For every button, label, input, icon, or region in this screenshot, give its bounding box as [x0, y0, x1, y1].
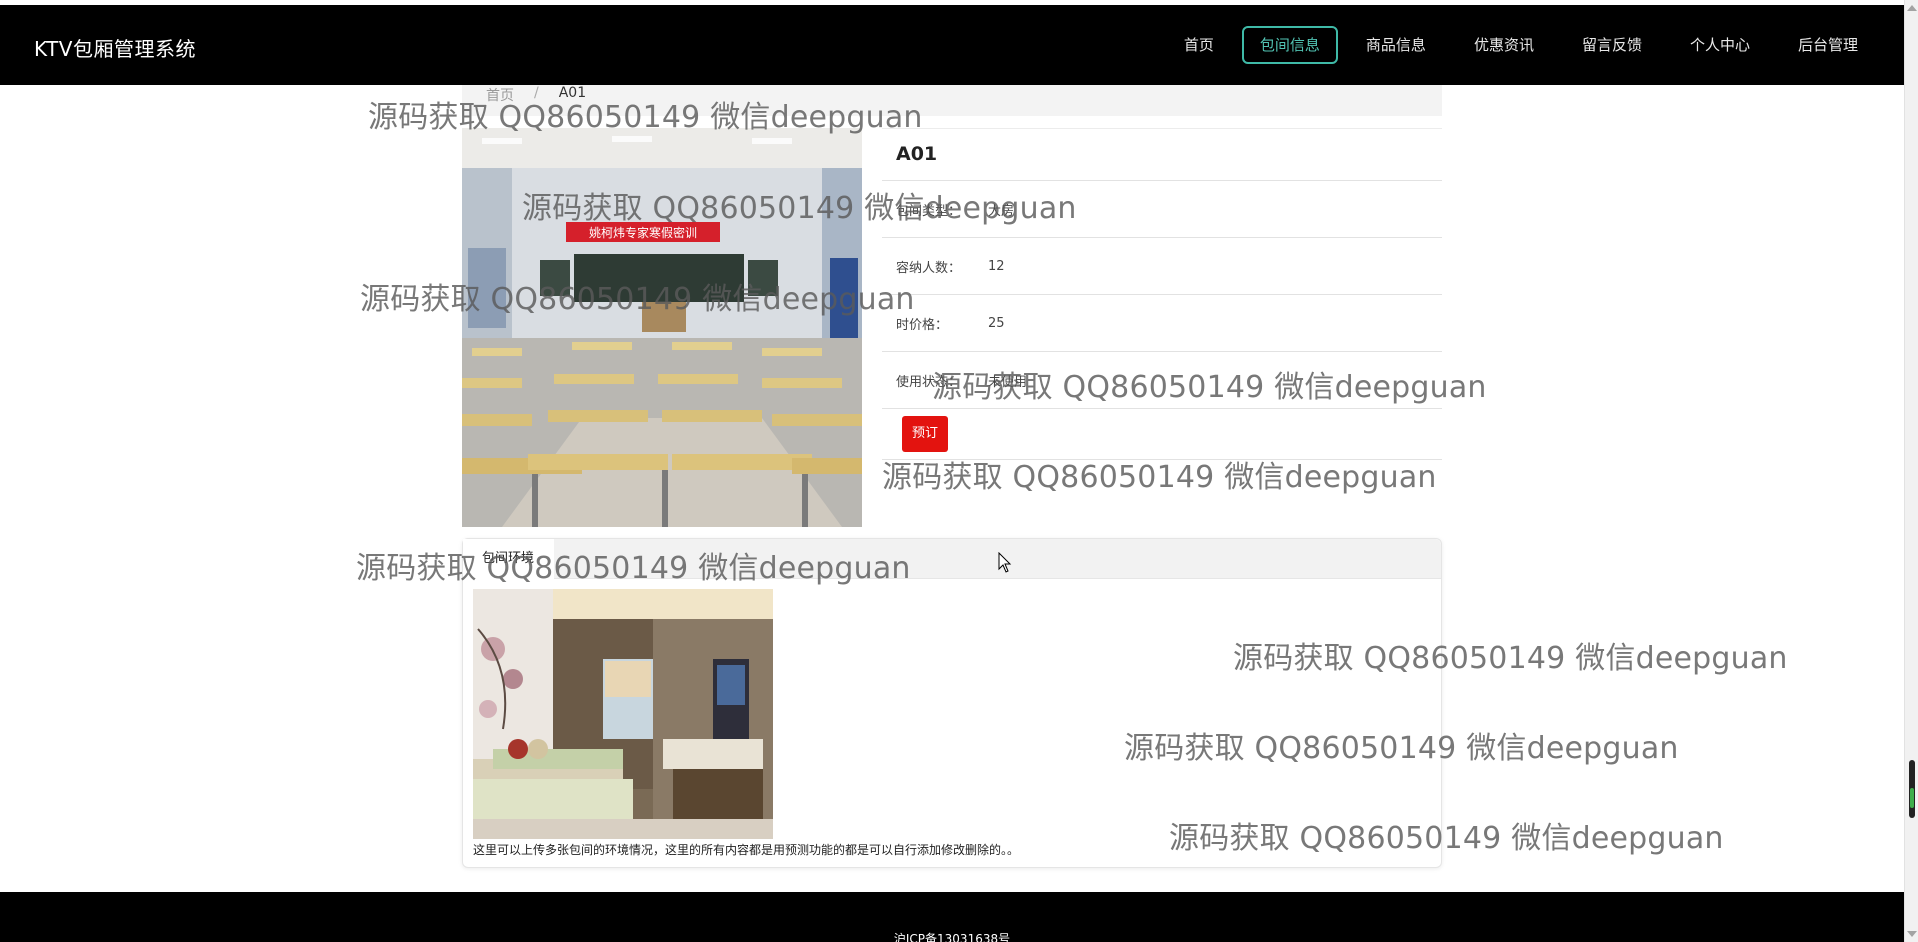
room-type-value: 大房 — [988, 203, 1015, 219]
capacity-row: 容纳人数： 12 — [882, 238, 1442, 295]
breadcrumb: 首页 / A01 — [462, 85, 1442, 116]
scroll-up-icon[interactable] — [1907, 5, 1917, 11]
capacity-value: 12 — [988, 258, 1005, 274]
breadcrumb-trail: 首页 / A01 — [486, 85, 586, 105]
nav-profile[interactable]: 个人中心 — [1666, 26, 1774, 64]
nav-home[interactable]: 首页 — [1160, 26, 1238, 64]
nav-rooms[interactable]: 包间信息 — [1241, 26, 1338, 64]
environment-tab-bar: 包间环境 — [463, 539, 1441, 579]
footer: 沪ICP备13031638号 — [0, 892, 1904, 942]
environment-description: 这里可以上传多张包间的环境情况，这里的所有内容都是用预测功能的都是可以自行添加修… — [473, 843, 1020, 857]
capacity-label: 容纳人数： — [896, 260, 962, 276]
banner-text: 姚柯炜专家寒假密训 — [589, 225, 697, 240]
nav-promotions[interactable]: 优惠资讯 — [1450, 26, 1558, 64]
room-type-row: 包间类型： 大房 — [882, 181, 1442, 238]
breadcrumb-current: A01 — [558, 85, 587, 101]
hourly-price-row: 时价格： 25 — [882, 295, 1442, 352]
mouse-cursor-icon — [998, 552, 1012, 573]
environment-card: 包间环境 这里可以上传多张包间的环境情况，这里的所有内容都是用预测功能的都是可以… — [462, 538, 1442, 868]
room-detail-panel: A01 包间类型： 大房 容纳人数： 12 时价格： 25 使用状态： 未使用 … — [882, 128, 1442, 460]
breadcrumb-separator: / — [534, 85, 539, 101]
top-navbar: KTV包厢管理系统 首页 包间信息 商品信息 优惠资讯 留言反馈 个人中心 后台… — [0, 5, 1904, 85]
room-name: A01 — [882, 128, 1442, 181]
nav-admin[interactable]: 后台管理 — [1774, 26, 1882, 64]
hourly-price-label: 时价格： — [896, 317, 949, 333]
icp-number[interactable]: 沪ICP备13031638号 — [0, 930, 1904, 942]
usage-status-label: 使用状态： — [896, 374, 962, 390]
room-type-label: 包间类型： — [896, 203, 962, 219]
environment-photo — [473, 589, 773, 839]
tab-environment[interactable]: 包间环境 — [463, 539, 555, 579]
main-nav: 首页 包间信息 商品信息 优惠资讯 留言反馈 个人中心 后台管理 — [1160, 26, 1882, 64]
nav-products[interactable]: 商品信息 — [1342, 26, 1450, 64]
hourly-price-value: 25 — [988, 315, 1005, 331]
book-row: 预订 — [882, 409, 1442, 460]
nav-feedback[interactable]: 留言反馈 — [1558, 26, 1666, 64]
usage-status-value: 未使用 — [988, 374, 1028, 390]
page: KTV包厢管理系统 首页 包间信息 商品信息 优惠资讯 留言反馈 个人中心 后台… — [0, 0, 1918, 942]
scroll-down-icon[interactable] — [1907, 931, 1917, 937]
book-button[interactable]: 预订 — [902, 416, 949, 452]
breadcrumb-home[interactable]: 首页 — [486, 85, 514, 105]
page-scrollbar[interactable] — [1904, 0, 1918, 942]
scrollbar-thumb[interactable] — [1909, 760, 1915, 818]
room-photo: 姚柯炜专家寒假密训 — [462, 128, 862, 527]
usage-status-row: 使用状态： 未使用 — [882, 352, 1442, 409]
site-brand[interactable]: KTV包厢管理系统 — [34, 33, 196, 62]
